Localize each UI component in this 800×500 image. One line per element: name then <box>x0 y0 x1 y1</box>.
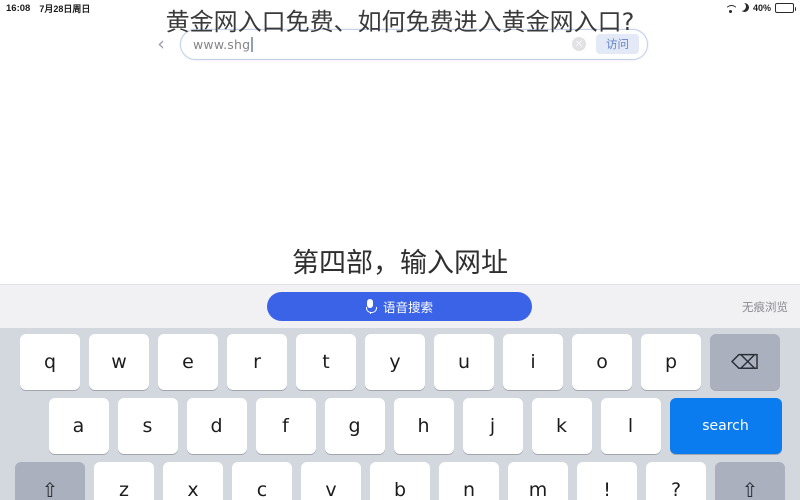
status-bar: 16:08 7月28日周日 40% <box>0 0 800 16</box>
key-d[interactable]: d <box>186 398 247 454</box>
voice-search-button[interactable]: 语音搜索 <box>267 292 532 321</box>
key-a[interactable]: a <box>48 398 109 454</box>
key-q[interactable]: q <box>20 334 80 390</box>
wifi-icon <box>725 4 736 13</box>
status-date: 7月28日周日 <box>39 3 91 14</box>
key-b[interactable]: b <box>370 462 430 500</box>
clear-circle-icon[interactable] <box>572 37 586 51</box>
key-u[interactable]: u <box>434 334 494 390</box>
microphone-icon <box>365 299 377 314</box>
key-i[interactable]: i <box>503 334 563 390</box>
keyboard-toolbar: 语音搜索 无痕浏览 <box>0 284 800 328</box>
keyboard-row-3: ⇧ z x c v b n m!? ⇧ <box>0 462 800 500</box>
keyboard-row-2: a s d f g h j k l search <box>0 398 800 454</box>
key-m[interactable]: m <box>508 462 568 500</box>
key-question[interactable]: ? <box>646 462 706 500</box>
status-time: 16:08 <box>6 2 31 14</box>
key-y[interactable]: y <box>365 334 425 390</box>
phone-screen: 16:08 7月28日周日 40% 黄金网入口免费、如何免费进入黄金网入口? ‹… <box>0 0 800 500</box>
moon-icon <box>737 1 749 13</box>
battery-percent: 40% <box>752 3 771 13</box>
incognito-toggle[interactable]: 无痕浏览 <box>742 299 788 315</box>
key-exclamation[interactable]: ! <box>577 462 637 500</box>
key-k[interactable]: k <box>531 398 592 454</box>
status-bar-right: 40% <box>725 1 796 13</box>
key-z[interactable]: z <box>94 462 154 500</box>
key-n[interactable]: n <box>439 462 499 500</box>
key-j[interactable]: j <box>462 398 523 454</box>
key-p[interactable]: p <box>641 334 701 390</box>
key-shift-right[interactable]: ⇧ <box>715 462 785 500</box>
key-shift-left[interactable]: ⇧ <box>15 462 85 500</box>
status-bar-left: 16:08 7月28日周日 <box>6 2 90 15</box>
key-s[interactable]: s <box>117 398 178 454</box>
key-g[interactable]: g <box>324 398 385 454</box>
key-h[interactable]: h <box>393 398 454 454</box>
visit-button[interactable]: 访问 <box>596 34 639 54</box>
key-t[interactable]: t <box>296 334 356 390</box>
text-caret <box>251 36 253 52</box>
keyboard-row-1: q w e r t y u i o p ⌫ <box>0 334 800 390</box>
instruction-caption: 第四部，输入网址 <box>292 248 508 279</box>
voice-search-label: 语音搜索 <box>382 300 433 315</box>
battery-icon <box>775 3 796 13</box>
key-search[interactable]: search <box>669 398 782 454</box>
key-f[interactable]: f <box>255 398 316 454</box>
key-r[interactable]: r <box>227 334 287 390</box>
key-e[interactable]: e <box>158 334 218 390</box>
url-input-value: www.shg <box>193 36 251 52</box>
key-backspace[interactable]: ⌫ <box>710 334 780 390</box>
key-v[interactable]: v <box>301 462 361 500</box>
key-o[interactable]: o <box>572 334 632 390</box>
key-l[interactable]: l <box>600 398 661 454</box>
key-c[interactable]: c <box>232 462 292 500</box>
on-screen-keyboard: q w e r t y u i o p ⌫ a s d f g h j k l search ⇧ z x c v b n m!? ⇧ <box>0 328 800 500</box>
key-x[interactable]: x <box>163 462 223 500</box>
key-w[interactable]: w <box>89 334 149 390</box>
